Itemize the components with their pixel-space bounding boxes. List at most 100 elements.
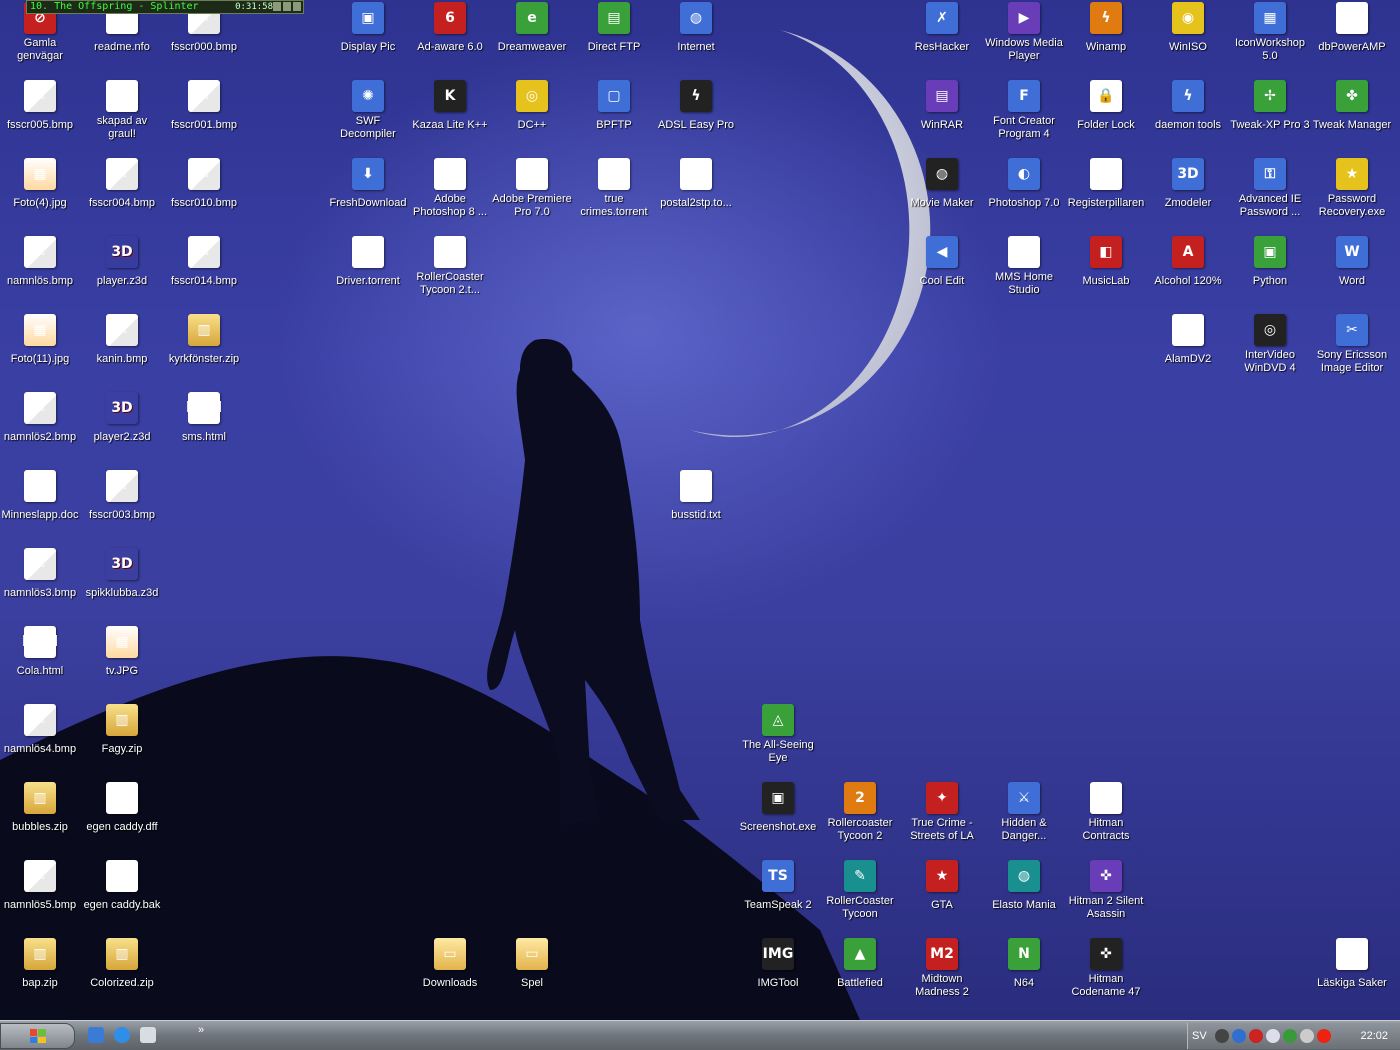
desktop-icon[interactable]: ≡ skapad av graul!	[82, 80, 162, 142]
desktop-icon[interactable]: TS TeamSpeak 2	[738, 860, 818, 913]
desktop-icon[interactable]: A Alcohol 120%	[1148, 236, 1228, 289]
desktop-icon[interactable]: ◬ The All-Seeing Eye	[738, 704, 818, 766]
desktop-icon[interactable]: e Adobe Premiere Pro 7.0	[492, 158, 572, 220]
desktop-icon[interactable]: ✂ Sony Ericsson Image Editor	[1312, 314, 1392, 376]
desktop-icon[interactable]: ◎ InterVideo WinDVD 4	[1230, 314, 1310, 376]
desktop-icon[interactable]: N N64	[984, 938, 1064, 991]
desktop-icon[interactable]: ◀ Cool Edit	[902, 236, 982, 289]
tray-antivirus-icon[interactable]	[1316, 1029, 1331, 1043]
desktop-icon[interactable]: 🔒 Folder Lock	[1066, 80, 1146, 133]
tray-users-icon[interactable]	[1282, 1029, 1297, 1043]
desktop-icon[interactable]: ✎ namnlös3.bmp	[0, 548, 80, 601]
desktop-icon[interactable]: ✗ ResHacker	[902, 2, 982, 55]
tray-expand-icon[interactable]	[1214, 1029, 1229, 1043]
winamp-buttons[interactable]	[273, 2, 301, 11]
desktop-icon[interactable]: ✎ namnlös4.bmp	[0, 704, 80, 757]
desktop-icon[interactable]: ✎ namnlös2.bmp	[0, 392, 80, 445]
desktop-icon[interactable]: 2 Rollercoaster Tycoon 2	[820, 782, 900, 844]
desktop-icon[interactable]: ≡ Driver.torrent	[328, 236, 408, 289]
desktop-icon[interactable]: ✎ kanin.bmp	[82, 314, 162, 367]
desktop-icon[interactable]: ▦ IconWorkshop 5.0	[1230, 2, 1310, 64]
tray-network-icon[interactable]	[1231, 1029, 1246, 1043]
desktop-icon[interactable]: 6 Ad-aware 6.0	[410, 2, 490, 55]
desktop-icon[interactable]: ▣ Display Pic	[328, 2, 408, 55]
desktop-icon[interactable]: ★ Password Recovery.exe	[1312, 158, 1392, 220]
language-indicator[interactable]: SV	[1188, 1030, 1211, 1042]
desktop-icon[interactable]: ▣ Python	[1230, 236, 1310, 289]
desktop-icon[interactable]: ▲ Battlefied	[820, 938, 900, 991]
desktop-icon[interactable]: ✢ Tweak-XP Pro 3	[1230, 80, 1310, 133]
desktop-icon[interactable]: ▥ Colorized.zip	[82, 938, 162, 991]
desktop-icon[interactable]: ▥ Fagy.zip	[82, 704, 162, 757]
desktop-icon[interactable]: ◎ dbPowerAMP	[1312, 2, 1392, 55]
desktop-icon[interactable]: K Kazaa Lite K++	[410, 80, 490, 133]
desktop-icon[interactable]: 3D player2.z3d	[82, 392, 162, 445]
desktop-icon[interactable]: ⚒ Registerpillaren	[1066, 158, 1146, 211]
desktop-icon[interactable]: ϟ Winamp	[1066, 2, 1146, 55]
desktop-icon[interactable]: ◤ AlamDV2	[1148, 314, 1228, 367]
desktop-icon[interactable]: ▭ Spel	[492, 938, 572, 991]
desktop-icon[interactable]: 3D player.z3d	[82, 236, 162, 289]
desktop-icon[interactable]: ✜ Hitman 2 Silent Asassin	[1066, 860, 1146, 922]
desktop-icon[interactable]: 3D Zmodeler	[1148, 158, 1228, 211]
desktop-icon[interactable]: ✜ Hitman Contracts	[1066, 782, 1146, 844]
tray-volume-icon[interactable]	[1299, 1029, 1314, 1043]
desktop-icon[interactable]: ◍ Elasto Mania	[984, 860, 1064, 913]
show-desktop-icon[interactable]	[88, 1027, 104, 1043]
desktop-icon[interactable]: ◌ Läskiga Saker	[1312, 938, 1392, 991]
desktop-icon[interactable]: ▥ bubbles.zip	[0, 782, 80, 835]
desktop-icon[interactable]: ≡ true crimes.torrent	[574, 158, 654, 220]
desktop-icon[interactable]: ▤ Direct FTP	[574, 2, 654, 55]
desktop-icon[interactable]: ϟ daemon tools	[1148, 80, 1228, 133]
desktop-icon[interactable]: ▥ kyrkfönster.zip	[164, 314, 244, 367]
desktop-icon[interactable]: ✎ fsscr010.bmp	[164, 158, 244, 211]
desktop-icon[interactable]: e Dreamweaver	[492, 2, 572, 55]
desktop-icon[interactable]: ✎ fsscr003.bmp	[82, 470, 162, 523]
calculator-icon[interactable]	[140, 1027, 156, 1043]
quick-launch-more[interactable]: »	[198, 1024, 204, 1036]
desktop-icon[interactable]: ▭ Downloads	[410, 938, 490, 991]
internet-explorer-icon[interactable]	[114, 1027, 130, 1043]
desktop-icon[interactable]: ▦ tv.JPG	[82, 626, 162, 679]
desktop-icon[interactable]: ✎ fsscr005.bmp	[0, 80, 80, 133]
desktop-icon[interactable]: ▧ MMS Home Studio	[984, 236, 1064, 298]
desktop-icon[interactable]: ◎ DC++	[492, 80, 572, 133]
desktop-icon[interactable]: ◐ Photoshop 7.0	[984, 158, 1064, 211]
tray-monitor-icon[interactable]	[1265, 1029, 1280, 1043]
desktop-icon[interactable]: W Word	[1312, 236, 1392, 289]
desktop-icon[interactable]: html sms.html	[164, 392, 244, 445]
desktop-icon[interactable]: ≡ egen caddy.bak	[82, 860, 162, 913]
desktop-icon[interactable]: html Cola.html	[0, 626, 80, 679]
desktop-icon[interactable]: ▢ BPFTP	[574, 80, 654, 133]
desktop-icon[interactable]: ⬇ FreshDownload	[328, 158, 408, 211]
desktop-icon[interactable]: ✺ SWF Decompiler	[328, 80, 408, 142]
desktop-icon[interactable]: e Adobe Photoshop 8 ...	[410, 158, 490, 220]
desktop-icon[interactable]: ⚿ Advanced IE Password ...	[1230, 158, 1310, 220]
desktop-icon[interactable]: ⚔ Hidden & Danger...	[984, 782, 1064, 844]
desktop-icon[interactable]: ◉ WinISO	[1148, 2, 1228, 55]
desktop-icon[interactable]: ✦ True Crime - Streets of LA	[902, 782, 982, 844]
desktop-icon[interactable]: ✜ Hitman Codename 47	[1066, 938, 1146, 1000]
desktop-icon[interactable]: ✎ fsscr014.bmp	[164, 236, 244, 289]
desktop-icon[interactable]: ▦ Foto(4).jpg	[0, 158, 80, 211]
desktop-icon[interactable]: ▤ WinRAR	[902, 80, 982, 133]
desktop-icon[interactable]: ✎ RollerCoaster Tycoon	[820, 860, 900, 922]
desktop-icon[interactable]: txt busstid.txt	[656, 470, 736, 523]
desktop-icon[interactable]: ▦ Foto(11).jpg	[0, 314, 80, 367]
desktop-icon[interactable]: ≡ postal2stp.to...	[656, 158, 736, 211]
winamp-mini-player[interactable]: 10. The Offspring - Splinter 0:31:58	[26, 0, 304, 14]
start-button[interactable]	[0, 1023, 75, 1049]
desktop-icon[interactable]: ★ GTA	[902, 860, 982, 913]
desktop-icon[interactable]: ✎ fsscr004.bmp	[82, 158, 162, 211]
desktop-icon[interactable]: W Minneslapp.doc	[0, 470, 80, 523]
desktop-icon[interactable]: ▶ Windows Media Player	[984, 2, 1064, 64]
desktop-icon[interactable]: ✎ fsscr001.bmp	[164, 80, 244, 133]
desktop-icon[interactable]: ▣ Screenshot.exe	[738, 782, 818, 835]
desktop-icon[interactable]: IMG IMGTool	[738, 938, 818, 991]
desktop-icon[interactable]: ✎ namnlös.bmp	[0, 236, 80, 289]
desktop-icon[interactable]: 3D spikklubba.z3d	[82, 548, 162, 601]
desktop-icon[interactable]: ≡ RollerCoaster Tycoon 2.t...	[410, 236, 490, 298]
desktop-icon[interactable]: ✤ Tweak Manager	[1312, 80, 1392, 133]
desktop-icon[interactable]: F Font Creator Program 4	[984, 80, 1064, 142]
desktop-icon[interactable]: ✎ namnlös5.bmp	[0, 860, 80, 913]
